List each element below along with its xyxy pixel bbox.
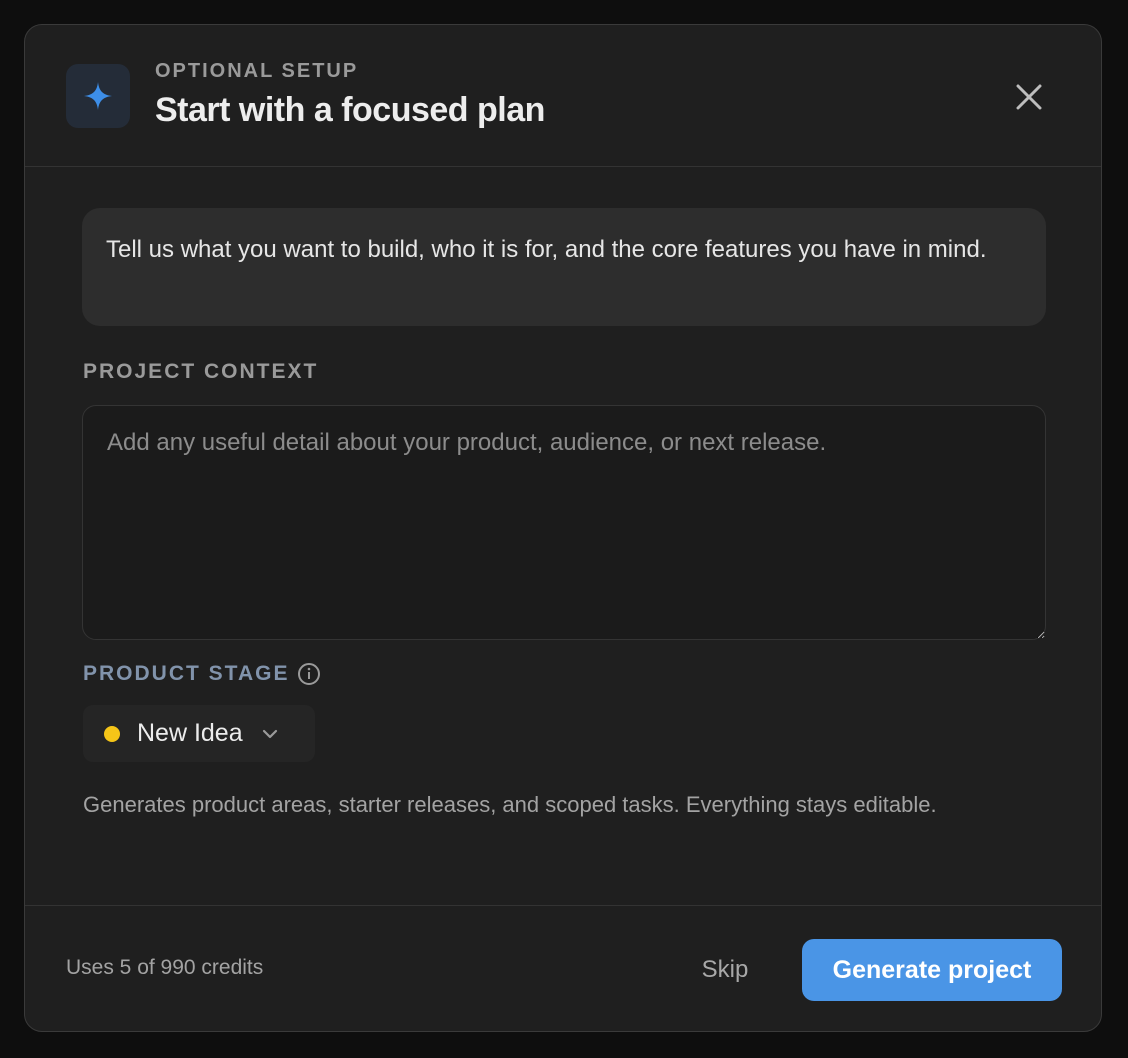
product-stage-select[interactable]: New Idea — [83, 705, 315, 762]
stage-selected-value: New Idea — [137, 719, 243, 747]
credits-text: Uses 5 of 990 credits — [66, 956, 264, 979]
stage-status-dot — [104, 725, 120, 742]
project-context-input[interactable] — [82, 405, 1046, 640]
chevron-down-icon — [261, 728, 279, 740]
info-icon[interactable] — [297, 662, 321, 686]
header-icon-container — [66, 64, 130, 128]
modal-title: Start with a focused plan — [155, 91, 545, 129]
sparkle-icon — [83, 81, 113, 111]
setup-modal: OPTIONAL SETUP Start with a focused plan… — [24, 24, 1102, 1032]
helper-text: Generates product areas, starter release… — [83, 792, 937, 817]
skip-button[interactable]: Skip — [685, 944, 765, 996]
product-stage-label-row: PRODUCT STAGE — [83, 662, 321, 686]
product-stage-label: PRODUCT STAGE — [83, 662, 290, 685]
intro-callout: Tell us what you want to build, who it i… — [82, 208, 1046, 326]
modal-eyebrow: OPTIONAL SETUP — [155, 60, 359, 82]
close-icon — [1016, 84, 1042, 110]
close-button[interactable] — [1009, 77, 1049, 117]
modal-header: OPTIONAL SETUP Start with a focused plan — [25, 25, 1101, 167]
modal-footer: Uses 5 of 990 credits Skip Generate proj… — [25, 905, 1101, 1031]
generate-project-button[interactable]: Generate project — [802, 939, 1062, 1001]
project-context-label: PROJECT CONTEXT — [83, 360, 319, 383]
